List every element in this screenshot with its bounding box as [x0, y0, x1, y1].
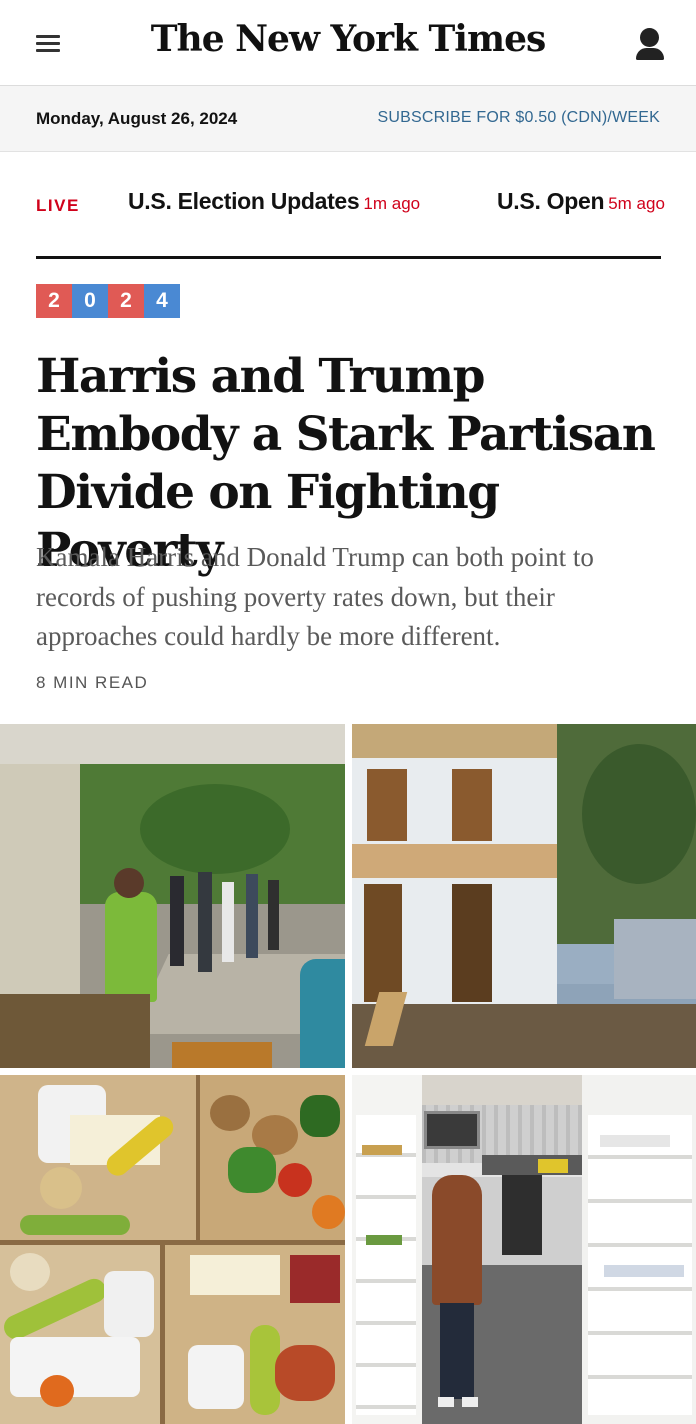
live-item-title: U.S. Open: [497, 188, 605, 214]
subscribe-link[interactable]: SUBSCRIBE FOR $0.50 (CDN)/WEEK: [378, 109, 661, 127]
badge-digit: 2: [108, 284, 144, 318]
nyt-logo[interactable]: The New York Times: [0, 18, 696, 60]
badge-digit: 0: [72, 284, 108, 318]
section-divider: [36, 256, 661, 259]
house-construction-photo[interactable]: [352, 724, 696, 1068]
badge-digit: 4: [144, 284, 180, 318]
article-summary[interactable]: Kamala Harris and Donald Trump can both …: [36, 538, 676, 657]
account-icon[interactable]: [630, 24, 670, 64]
grocery-boxes-photo[interactable]: [0, 1075, 345, 1424]
election-2024-badge[interactable]: 2 0 2 4: [36, 284, 180, 318]
read-time: 8 MIN READ: [36, 673, 149, 692]
live-item-title: U.S. Election Updates: [128, 188, 360, 214]
live-item-time: 5m ago: [608, 194, 665, 213]
live-item-us-open[interactable]: U.S. Open 5m ago: [497, 188, 665, 215]
pharmacy-photo[interactable]: [352, 1075, 696, 1424]
date-bar: Monday, August 26, 2024 SUBSCRIBE FOR $0…: [0, 86, 696, 152]
top-bar: The New York Times: [0, 0, 696, 86]
food-distribution-photo[interactable]: [0, 724, 345, 1068]
badge-digit: 2: [36, 284, 72, 318]
current-date: Monday, August 26, 2024: [36, 109, 238, 128]
live-item-time: 1m ago: [363, 194, 421, 213]
live-item-election[interactable]: U.S. Election Updates 1m ago: [128, 188, 420, 215]
live-label: LIVE: [36, 196, 80, 215]
